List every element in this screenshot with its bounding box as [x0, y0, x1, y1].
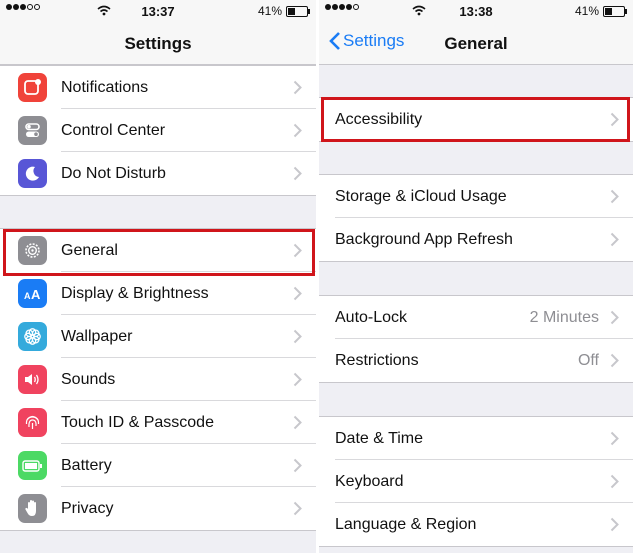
moon-icon — [18, 159, 47, 188]
settings-screen: 13:37 41% Settings Notifications Control… — [0, 0, 316, 553]
settings-group-1: Notifications Control Center Do Not Dist… — [0, 65, 316, 196]
row-label: Wallpaper — [61, 328, 133, 345]
general-row-storage-icloud[interactable]: Storage & iCloud Usage — [319, 175, 633, 218]
row-label: Background App Refresh — [335, 231, 513, 248]
battery-status-icon — [603, 5, 627, 17]
svg-text:A: A — [31, 287, 41, 301]
general-row-language-region[interactable]: Language & Region — [319, 503, 633, 546]
settings-row-sounds[interactable]: Sounds — [0, 358, 316, 401]
general-group-3: Auto-Lock 2 Minutes Restrictions Off — [319, 295, 633, 383]
row-label: Do Not Disturb — [61, 165, 166, 182]
chevron-right-icon — [610, 232, 619, 247]
notifications-icon — [18, 73, 47, 102]
chevron-right-icon — [293, 166, 302, 181]
general-row-restrictions[interactable]: Restrictions Off — [319, 339, 633, 382]
page-title: General — [444, 34, 508, 53]
general-group-2: Storage & iCloud Usage Background App Re… — [319, 174, 633, 262]
row-label: Keyboard — [335, 473, 404, 490]
flower-icon — [18, 322, 47, 351]
chevron-right-icon — [610, 517, 619, 532]
chevron-right-icon — [610, 189, 619, 204]
row-label: Accessibility — [335, 111, 423, 128]
row-label: Language & Region — [335, 516, 477, 533]
battery-icon — [18, 451, 47, 480]
status-bar: 13:37 41% — [0, 0, 316, 22]
page-title: Settings — [124, 34, 192, 53]
chevron-right-icon — [293, 458, 302, 473]
row-label: General — [61, 242, 118, 259]
general-row-auto-lock[interactable]: Auto-Lock 2 Minutes — [319, 296, 633, 339]
row-label: Touch ID & Passcode — [61, 414, 214, 431]
row-label: Auto-Lock — [335, 309, 408, 326]
status-bar: 13:38 41% — [319, 0, 633, 22]
general-screen: 13:38 41% Settings General Accessibility… — [319, 0, 633, 553]
svg-text:A: A — [24, 291, 31, 301]
settings-row-display-brightness[interactable]: AA Display & Brightness — [0, 272, 316, 315]
row-label: Restrictions — [335, 352, 419, 369]
settings-row-notifications[interactable]: Notifications — [0, 66, 316, 109]
row-value: Off — [577, 352, 599, 369]
settings-row-do-not-disturb[interactable]: Do Not Disturb — [0, 152, 316, 195]
general-row-background-app-refresh[interactable]: Background App Refresh — [319, 218, 633, 261]
row-label: Battery — [61, 457, 112, 474]
gear-icon — [18, 236, 47, 265]
settings-row-touch-id[interactable]: Touch ID & Passcode — [0, 401, 316, 444]
hand-icon — [18, 494, 47, 523]
row-value: 2 Minutes — [529, 309, 599, 326]
row-label: Display & Brightness — [61, 285, 209, 302]
chevron-right-icon — [293, 329, 302, 344]
settings-group-2: General AA Display & Brightness Wallpape… — [0, 228, 316, 531]
text-size-icon: AA — [18, 279, 47, 308]
general-row-date-time[interactable]: Date & Time — [319, 417, 633, 460]
chevron-right-icon — [610, 431, 619, 446]
control-center-icon — [18, 116, 47, 145]
settings-row-control-center[interactable]: Control Center — [0, 109, 316, 152]
chevron-right-icon — [610, 310, 619, 325]
chevron-right-icon — [293, 80, 302, 95]
row-label: Sounds — [61, 371, 116, 388]
general-group-1: Accessibility — [319, 97, 633, 142]
chevron-right-icon — [610, 474, 619, 489]
settings-row-battery[interactable]: Battery — [0, 444, 316, 487]
row-label: Privacy — [61, 500, 114, 517]
fingerprint-icon — [18, 408, 47, 437]
settings-row-general[interactable]: General — [0, 229, 316, 272]
chevron-right-icon — [610, 353, 619, 368]
chevron-right-icon — [293, 372, 302, 387]
chevron-right-icon — [293, 123, 302, 138]
battery-percent: 41% — [257, 4, 282, 18]
battery-percent: 41% — [574, 4, 599, 18]
speaker-icon — [18, 365, 47, 394]
row-label: Date & Time — [335, 430, 424, 447]
navigation-bar: Settings General — [319, 22, 633, 65]
chevron-right-icon — [293, 243, 302, 258]
row-label: Control Center — [61, 122, 166, 139]
settings-row-privacy[interactable]: Privacy — [0, 487, 316, 530]
row-label: Notifications — [61, 79, 149, 96]
row-label: Storage & iCloud Usage — [335, 188, 507, 205]
settings-row-wallpaper[interactable]: Wallpaper — [0, 315, 316, 358]
general-group-4: Date & Time Keyboard Language & Region — [319, 416, 633, 547]
chevron-right-icon — [293, 415, 302, 430]
chevron-right-icon — [293, 286, 302, 301]
general-row-keyboard[interactable]: Keyboard — [319, 460, 633, 503]
battery-status-icon — [286, 5, 310, 17]
general-row-accessibility[interactable]: Accessibility — [319, 98, 633, 141]
navigation-bar: Settings — [0, 22, 316, 65]
chevron-right-icon — [610, 112, 619, 127]
chevron-right-icon — [293, 501, 302, 516]
